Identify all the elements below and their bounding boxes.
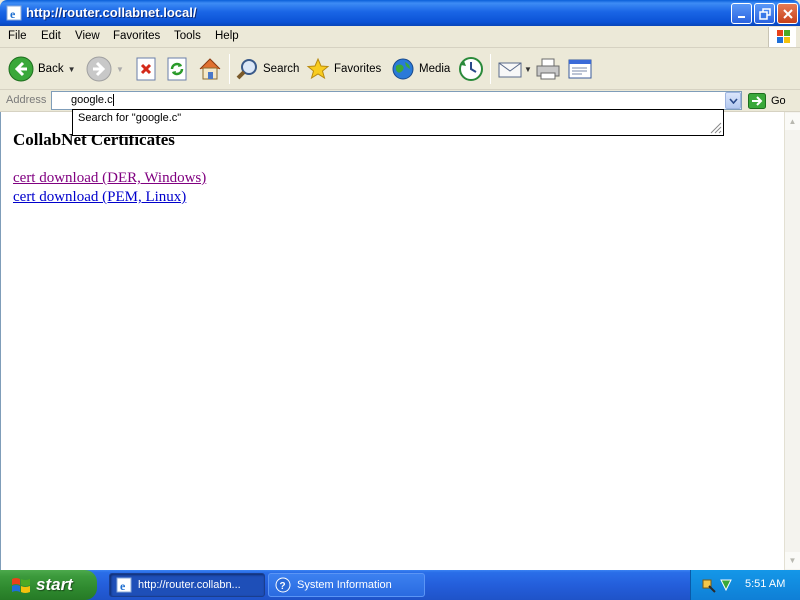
go-label: Go xyxy=(771,95,786,107)
favorites-label: Favorites xyxy=(334,63,382,75)
back-dropdown-icon[interactable]: ▼ xyxy=(68,65,76,74)
tray-security-icon[interactable] xyxy=(719,578,733,592)
restore-icon xyxy=(758,7,771,20)
minimize-button[interactable] xyxy=(731,3,752,24)
search-icon xyxy=(236,59,257,80)
taskbar-item-label: System Information xyxy=(297,579,392,591)
address-value: google.c xyxy=(71,94,113,106)
autocomplete-suggestion[interactable]: Search for "google.c" xyxy=(78,112,181,124)
menu-bar: File Edit View Favorites Tools Help xyxy=(0,26,800,48)
svg-text:?: ? xyxy=(280,581,286,592)
address-autocomplete: Search for "google.c" xyxy=(72,109,724,136)
cert-pem-link[interactable]: cert download (PEM, Linux) xyxy=(13,189,186,206)
menu-favorites[interactable]: Favorites xyxy=(113,30,160,42)
start-button[interactable]: start xyxy=(0,570,97,600)
title-bar[interactable]: e http://router.collabnet.local/ xyxy=(0,0,800,26)
favorites-button[interactable]: Favorites xyxy=(306,53,381,85)
stop-button[interactable] xyxy=(135,53,157,85)
resize-grip-icon[interactable] xyxy=(708,120,722,134)
address-label: Address xyxy=(6,94,47,106)
start-label: start xyxy=(36,575,73,594)
system-tray: 5:51 AM xyxy=(690,570,800,600)
page-content: CollabNet Certificates cert download (DE… xyxy=(0,112,784,570)
edit-page-icon xyxy=(568,59,592,79)
refresh-icon xyxy=(167,57,187,81)
back-label: Back xyxy=(38,63,64,75)
close-button[interactable] xyxy=(777,3,798,24)
help-icon: ? xyxy=(275,577,291,593)
toolbar: Back ▼ ▼ Search Favorites Media ▼ xyxy=(0,48,800,90)
home-icon xyxy=(199,58,221,80)
mail-icon xyxy=(498,62,522,78)
home-button[interactable] xyxy=(197,53,223,85)
go-arrow-icon xyxy=(748,93,766,109)
menu-view[interactable]: View xyxy=(75,30,100,42)
back-button[interactable]: Back ▼ xyxy=(8,53,76,85)
forward-button[interactable]: ▼ xyxy=(86,53,124,85)
edit-button[interactable] xyxy=(567,53,593,85)
tray-network-icon[interactable] xyxy=(701,577,717,593)
go-button[interactable]: Go xyxy=(748,92,786,110)
menu-edit[interactable]: Edit xyxy=(41,30,61,42)
restore-button[interactable] xyxy=(754,3,775,24)
mail-dropdown-icon[interactable]: ▼ xyxy=(524,65,532,74)
cert-der-link[interactable]: cert download (DER, Windows) xyxy=(13,170,206,187)
refresh-button[interactable] xyxy=(166,53,188,85)
svg-text:e: e xyxy=(120,579,126,593)
windows-flag-icon xyxy=(12,578,30,593)
taskbar-item-system-information[interactable]: ? System Information xyxy=(268,573,425,597)
media-label: Media xyxy=(419,63,451,75)
address-dropdown-button[interactable] xyxy=(725,92,741,109)
toolbar-separator xyxy=(490,54,491,84)
address-input[interactable]: google.c xyxy=(51,91,742,110)
chevron-down-icon xyxy=(728,97,738,104)
search-label: Search xyxy=(263,63,300,75)
media-globe-icon xyxy=(392,58,414,80)
menu-file[interactable]: File xyxy=(8,30,27,42)
search-button[interactable]: Search xyxy=(235,53,299,85)
minimize-icon xyxy=(737,15,745,18)
favorites-star-icon xyxy=(306,57,330,80)
ie-icon: e xyxy=(6,5,22,21)
stop-icon xyxy=(136,57,156,81)
history-button[interactable] xyxy=(458,53,484,85)
forward-dropdown-icon[interactable]: ▼ xyxy=(116,65,124,74)
clock: 5:51 AM xyxy=(745,578,786,590)
forward-arrow-icon xyxy=(86,56,112,82)
close-icon xyxy=(782,8,793,19)
media-button[interactable]: Media xyxy=(391,53,450,85)
windows-logo-icon xyxy=(768,27,796,47)
taskbar: start e http://router.collabn... ? Syste… xyxy=(0,570,800,600)
taskbar-item-label: http://router.collabn... xyxy=(138,579,241,591)
scroll-up-icon[interactable]: ▲ xyxy=(785,113,800,130)
taskbar-item-browser[interactable]: e http://router.collabn... xyxy=(109,573,265,597)
print-icon xyxy=(536,58,560,80)
menu-tools[interactable]: Tools xyxy=(174,30,201,42)
history-icon xyxy=(459,57,483,81)
svg-text:e: e xyxy=(10,7,16,21)
menu-help[interactable]: Help xyxy=(215,30,239,42)
back-arrow-icon xyxy=(8,56,34,82)
ie-icon: e xyxy=(116,577,132,593)
toolbar-separator xyxy=(229,54,230,84)
scroll-down-icon[interactable]: ▼ xyxy=(785,552,800,569)
print-button[interactable] xyxy=(535,53,561,85)
mail-button[interactable]: ▼ xyxy=(497,53,532,85)
window-title: http://router.collabnet.local/ xyxy=(26,5,197,20)
vertical-scrollbar[interactable]: ▲ ▼ xyxy=(784,112,800,570)
text-caret xyxy=(112,94,114,107)
